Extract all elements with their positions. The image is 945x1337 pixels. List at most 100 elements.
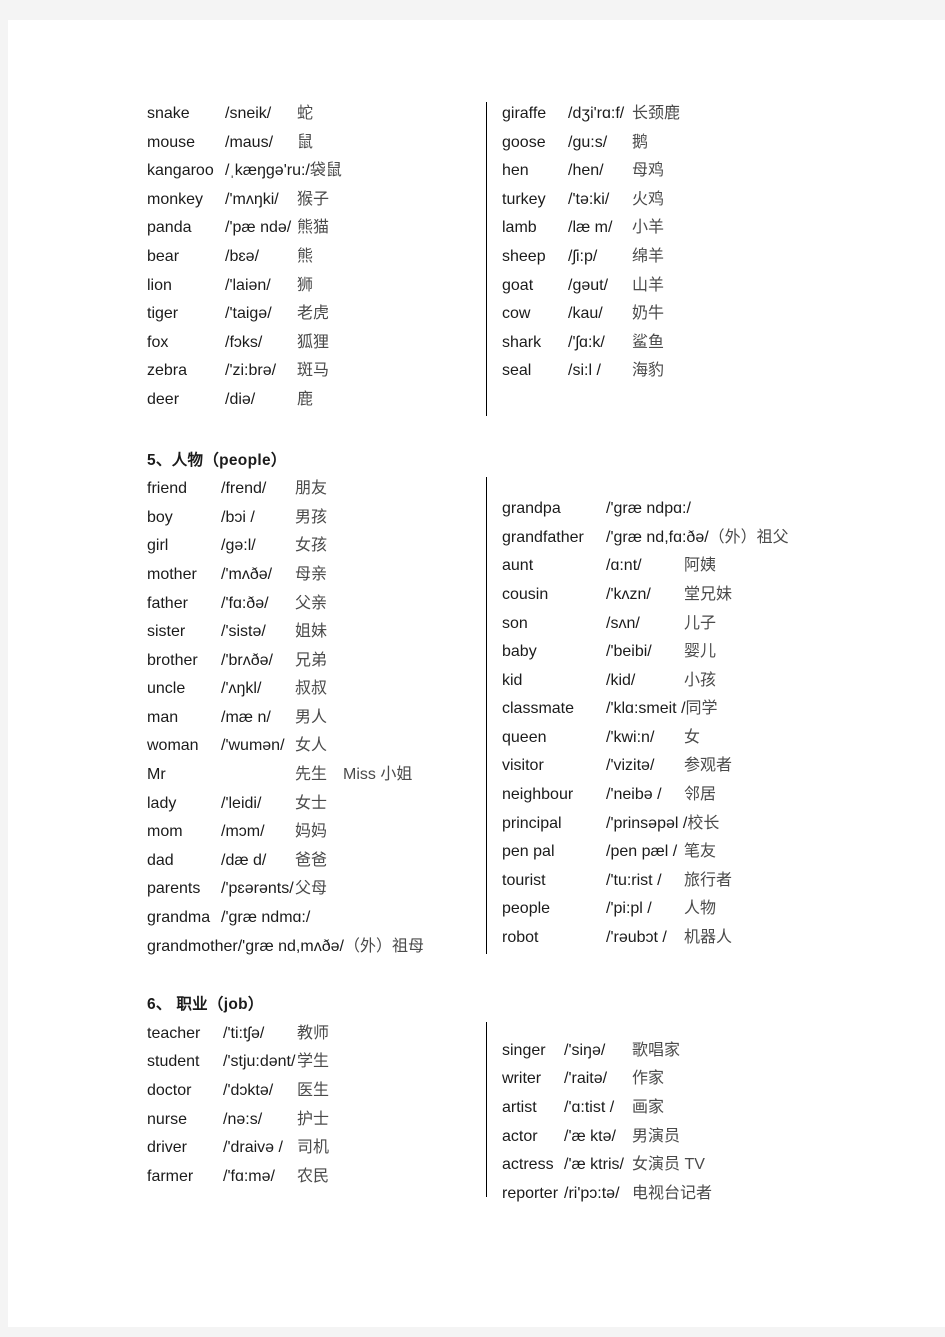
entry-word: doctor	[147, 1082, 192, 1099]
entry-phonetic: /'laiən/	[225, 276, 271, 294]
entry-phonetic: /'prinsəpəl /	[606, 814, 688, 832]
entry-translation: 堂兄妹	[684, 585, 733, 603]
vocabulary-entry: mom/mɔm/妈妈	[147, 818, 477, 847]
entry-translation: 校长	[687, 814, 720, 832]
entry-phonetic: /'mʌŋki/	[225, 190, 279, 208]
entry-translation: 兄弟	[295, 651, 328, 669]
entry-translation: 邻居	[684, 786, 717, 804]
entry-translation: 阿姨	[684, 557, 717, 575]
entry-translation: 鲨鱼	[632, 333, 665, 351]
entry-word: woman	[147, 737, 199, 755]
column-divider	[486, 1021, 487, 1197]
entry-word: zebra	[147, 362, 188, 380]
entry-word: kid	[502, 671, 523, 689]
vocabulary-entry: tiger /'taigə/老虎	[147, 300, 477, 329]
column-divider	[486, 477, 487, 955]
entry-phonetic: /hen/	[568, 162, 604, 180]
vocabulary-entry: woman /'wumən/女人	[147, 732, 477, 761]
entry-phonetic: /dæ d/	[221, 851, 267, 869]
entry-word: sheep	[502, 247, 546, 265]
entry-word: lion	[147, 276, 172, 294]
entry-word: actress	[502, 1156, 554, 1174]
entry-word: boy	[147, 508, 173, 526]
entry-phonetic: /'fɑ:mə/	[223, 1167, 275, 1185]
vocabulary-entry: seal/si:l / 海豹	[502, 357, 902, 386]
entry-word: tiger	[147, 305, 179, 323]
right-column: grandpa /'græ ndpɑ:/ grandfather /'græ nd,f…	[502, 495, 902, 953]
entry-translation: 山羊	[632, 276, 665, 294]
vocabulary-entry: grandmother/'græ nd,mʌðə/（外）祖母	[147, 933, 477, 962]
entry-word: parents	[147, 880, 201, 898]
entry-word: baby	[502, 643, 537, 661]
entry-phonetic: /'dɔktə/	[223, 1082, 274, 1099]
entry-translation: 熊	[297, 247, 314, 265]
entry-word: neighbour	[502, 786, 574, 804]
vocabulary-entry: father /'fɑ:ðə/父亲	[147, 590, 477, 619]
vocabulary-entry: man/mæ n/男人	[147, 704, 477, 733]
vocabulary-entry: tourist /'tu:rist / 旅行者	[502, 867, 902, 896]
entry-translation: 狐狸	[297, 333, 330, 351]
entry-word: turkey	[502, 190, 546, 208]
entry-phonetic: /'stju:dənt/	[223, 1053, 296, 1071]
vocabulary-entry: brother /'brʌðə/兄弟	[147, 647, 477, 676]
entry-phonetic: /'ɑ:tist /	[564, 1099, 615, 1116]
entry-translation: 电视台记者	[632, 1184, 713, 1202]
vocabulary-entry: kangaroo/ˌkæŋgə'ru:/袋鼠	[147, 157, 477, 186]
vocabulary-entry: principal /'prinsəpəl /校长	[502, 810, 902, 839]
two-column-layout: friend/frend/朋友 boy/bɔi / 男孩 girl/gə:l/女孩 mo…	[147, 475, 907, 961]
entry-translation: 小孩	[684, 671, 717, 689]
entry-phonetic: /ɑ:nt/	[606, 557, 642, 575]
entry-translation: 笔友	[684, 843, 717, 861]
entry-phonetic: /ʃi:p/	[568, 247, 598, 265]
entry-translation: （外）祖母	[343, 937, 424, 955]
entry-word: uncle	[147, 680, 186, 698]
entry-translation: 猴子	[297, 190, 330, 208]
entry-translation: 奶牛	[632, 305, 665, 323]
vocabulary-entry: goat/gəut/山羊	[502, 272, 902, 301]
entry-translation: 女演员 TV	[632, 1156, 705, 1174]
vocabulary-entry: lady /'leidi/女士	[147, 790, 477, 819]
entry-phonetic: /'siŋə/	[564, 1041, 606, 1059]
entry-phonetic: /'ti:tʃə/	[223, 1024, 265, 1042]
entry-word: dad	[147, 851, 174, 869]
entry-word: brother	[147, 651, 198, 669]
entry-word: Mr	[147, 766, 166, 784]
vocabulary-entry: sister /'sistə/姐妹	[147, 618, 477, 647]
entry-phonetic: /nə:s/	[223, 1110, 263, 1128]
vocabulary-entry: teacher /'ti:tʃə/教师	[147, 1020, 477, 1049]
entry-phonetic: /'raitə/	[564, 1070, 608, 1088]
entry-word: visitor	[502, 757, 544, 775]
entry-phonetic: /maus/	[225, 133, 274, 151]
entry-word: fox	[147, 333, 169, 351]
entry-translation: 爸爸	[295, 851, 328, 869]
entry-word: sister	[147, 623, 186, 641]
entry-word: farmer	[147, 1167, 194, 1185]
entry-phonetic: /'sistə/	[221, 623, 266, 641]
entry-word: father	[147, 594, 188, 612]
section-job: 6、 职业（job） teacher /'ti:tʃə/教师 student /'st…	[147, 991, 907, 1202]
vocabulary-entry: giraffe/dʒi'rɑ:f/长颈鹿	[502, 100, 902, 129]
entry-translation: 司机	[297, 1139, 330, 1157]
entry-translation: 机器人	[684, 929, 733, 947]
entry-word: monkey	[147, 190, 204, 208]
left-column: snake/sneik/蛇 mouse/maus/鼠 kangaroo/ˌkæŋgə…	[147, 100, 477, 415]
entry-word: queen	[502, 728, 547, 746]
vocabulary-entry: parents /'pɛərənts/父母	[147, 875, 477, 904]
vocabulary-entry: writer /'raitə/作家	[502, 1065, 902, 1094]
entry-word: grandfather	[502, 528, 584, 546]
vocabulary-entry: driver /'draivə / 司机	[147, 1134, 477, 1163]
entry-translation: 父母	[295, 880, 328, 898]
entry-word: son	[502, 614, 528, 632]
entry-translation: 绵羊	[632, 247, 665, 265]
entry-translation: 斑马	[297, 362, 330, 380]
entry-word: lady	[147, 794, 177, 812]
entry-phonetic: /'vizitə/	[606, 757, 655, 775]
entry-translation: 先生 Miss 小姐	[295, 766, 413, 784]
entry-translation: 人物	[684, 900, 717, 918]
entry-phonetic: /'beibi/	[606, 643, 652, 661]
entry-phonetic: /dʒi'rɑ:f/	[568, 105, 625, 122]
entry-phonetic: /'tə:ki/	[568, 190, 610, 208]
vocabulary-entry: shark /'ʃɑ:k/鲨鱼	[502, 329, 902, 358]
entry-word: goat	[502, 276, 534, 294]
entry-phonetic: /'fɑ:ðə/	[221, 594, 269, 612]
